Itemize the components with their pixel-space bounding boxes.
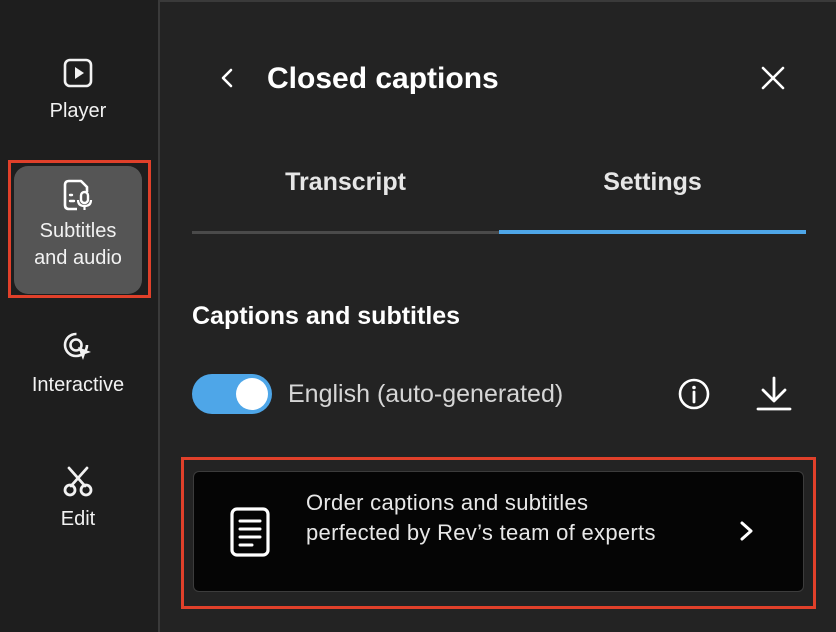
sidebar-divider: [158, 0, 160, 632]
tab-settings[interactable]: Settings: [499, 166, 806, 198]
tab-underline-active: [499, 230, 806, 234]
captions-toggle[interactable]: [192, 374, 272, 414]
section-title: Captions and subtitles: [192, 302, 461, 330]
highlight-sidebar-subtitles: [8, 160, 151, 298]
scissors-icon: [63, 466, 93, 497]
sidebar-item-label: Player: [49, 100, 107, 122]
highlight-order-card: [181, 457, 816, 609]
download-icon[interactable]: [754, 374, 794, 414]
sidebar-item-label: Interactive: [31, 374, 125, 396]
language-label: English (auto-generated): [288, 380, 564, 408]
page-title: Closed captions: [267, 62, 499, 95]
sidebar-item-interactive[interactable]: Interactive: [14, 330, 142, 399]
sidebar-item-edit[interactable]: Edit: [14, 464, 142, 533]
tab-transcript[interactable]: Transcript: [192, 166, 499, 198]
tab-underline-inactive: [192, 231, 499, 234]
play-icon: [63, 58, 93, 88]
close-icon[interactable]: [757, 62, 789, 94]
back-chevron-icon[interactable]: [212, 62, 242, 94]
sidebar-item-label: Edit: [60, 508, 96, 530]
sidebar-item-player[interactable]: Player: [14, 56, 142, 125]
interactive-cursor-icon: [63, 332, 91, 360]
toggle-knob: [236, 378, 268, 410]
info-icon[interactable]: [676, 376, 712, 412]
